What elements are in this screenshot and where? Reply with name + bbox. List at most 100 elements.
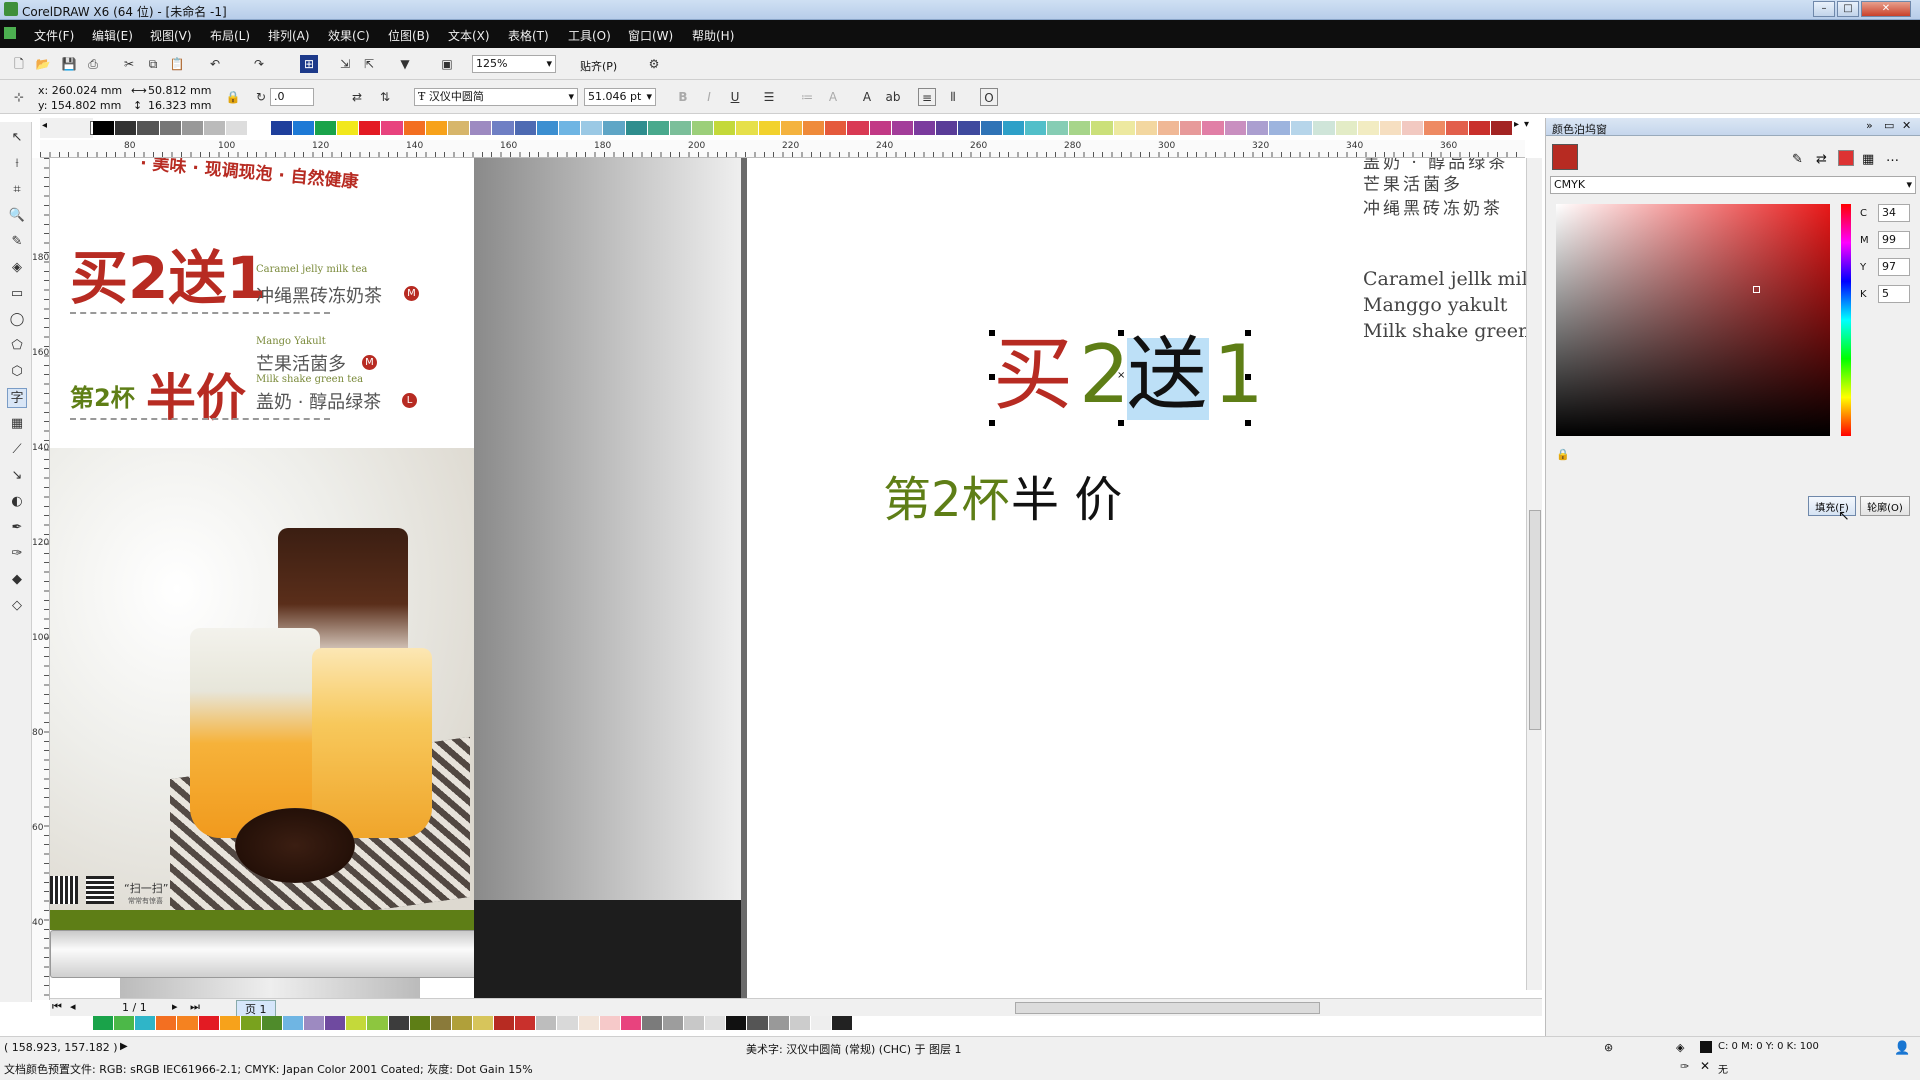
- selection-handle[interactable]: [1245, 374, 1251, 380]
- mirror-h-icon[interactable]: ⇄: [348, 88, 366, 106]
- text-half-price[interactable]: 半 价: [1011, 460, 1122, 530]
- maximize-button[interactable]: □: [1837, 1, 1859, 17]
- document-color-swatch[interactable]: [388, 1016, 410, 1030]
- color-model-select[interactable]: CMYK ▾: [1550, 176, 1916, 194]
- text-cn-line2[interactable]: 冲绳黑砖冻奶茶: [1363, 194, 1503, 219]
- color-swatch[interactable]: [780, 121, 803, 135]
- document-color-swatch[interactable]: [472, 1016, 495, 1030]
- color-swatch[interactable]: [1446, 121, 1469, 135]
- color-swatch[interactable]: [714, 121, 737, 135]
- page-last-icon[interactable]: ⏭: [190, 1000, 200, 1014]
- blend-tool-icon[interactable]: ◐: [7, 492, 27, 512]
- fill-color-swatch[interactable]: [1700, 1041, 1712, 1053]
- selection-handle[interactable]: [989, 420, 995, 426]
- color-sliders-icon[interactable]: ▦: [1862, 152, 1874, 167]
- italic-icon[interactable]: I: [700, 88, 718, 106]
- color-swatch[interactable]: [1246, 121, 1269, 135]
- table-tool-icon[interactable]: ▦: [7, 414, 27, 434]
- height-field[interactable]: 16.323 mm: [148, 99, 211, 112]
- color-profile-info[interactable]: 文档颜色预置文件: RGB: sRGB IEC61966-2.1; CMYK: …: [4, 1061, 533, 1077]
- menu-effects[interactable]: 效果(C): [328, 27, 370, 44]
- selection-handle[interactable]: [989, 330, 995, 336]
- color-swatch[interactable]: [137, 121, 160, 135]
- document-color-swatch[interactable]: [789, 1016, 811, 1030]
- color-proof-icon[interactable]: ⊛: [1604, 1041, 1613, 1054]
- document-color-swatch[interactable]: [768, 1016, 790, 1030]
- page-area[interactable]: 盖奶 · 醇品绿茶 芒果活菌多 冲绳黑砖冻奶茶 Caramel jellk mi…: [747, 158, 1526, 998]
- fullscreen-icon[interactable]: ▣: [438, 55, 456, 73]
- edit-text-icon[interactable]: ab: [884, 88, 902, 106]
- color-swatch[interactable]: [1024, 121, 1048, 135]
- color-swatch[interactable]: [936, 121, 959, 135]
- smart-fill-icon[interactable]: ◈: [7, 258, 27, 278]
- menu-edit[interactable]: 编辑(E): [92, 27, 133, 44]
- color-swatch[interactable]: [1091, 121, 1114, 135]
- horizontal-ruler[interactable]: 80 100 120 140 160 180 200 220 240 260 2…: [40, 140, 1525, 158]
- color-swatch[interactable]: [248, 121, 271, 135]
- color-swatch[interactable]: [1202, 121, 1225, 135]
- color-swatch[interactable]: [980, 121, 1003, 135]
- color-swatch[interactable]: [314, 121, 338, 135]
- font-list[interactable]: Ŧ 汉仪中圆简 ▾: [414, 88, 578, 106]
- document-color-swatch[interactable]: [304, 1016, 326, 1030]
- yellow-field[interactable]: 97: [1878, 258, 1910, 276]
- document-color-swatch[interactable]: [261, 1016, 283, 1030]
- document-color-swatch[interactable]: [557, 1016, 579, 1030]
- color-swatch[interactable]: [736, 121, 759, 135]
- document-color-swatch[interactable]: [240, 1016, 262, 1030]
- document-color-swatch[interactable]: [515, 1016, 537, 1030]
- mirror-v-icon[interactable]: ⇅: [376, 88, 394, 106]
- paste-icon[interactable]: 📋: [168, 55, 186, 73]
- color-swatch[interactable]: [1135, 121, 1158, 135]
- sel-char-give[interactable]: 送: [1127, 330, 1207, 420]
- palette-scroll-right-icon[interactable]: ▸: [1514, 119, 1519, 130]
- selection-handle[interactable]: [1245, 330, 1251, 336]
- text-second-cup[interactable]: 第2杯: [883, 460, 1010, 530]
- color-viewer-icon[interactable]: [1838, 150, 1854, 166]
- basic-shapes-icon[interactable]: ⬡: [7, 362, 27, 382]
- color-swatch[interactable]: [226, 121, 249, 135]
- dropcap-icon[interactable]: A: [824, 88, 842, 106]
- color-swatch[interactable]: [1224, 121, 1247, 135]
- document-color-swatch[interactable]: [599, 1016, 621, 1030]
- color-swatch[interactable]: [381, 121, 404, 135]
- color-swatch[interactable]: [359, 121, 382, 135]
- color-swatch[interactable]: [93, 121, 116, 135]
- export-icon[interactable]: ⇱: [360, 55, 378, 73]
- polygon-tool-icon[interactable]: ⬠: [7, 336, 27, 356]
- color-swatch[interactable]: [1490, 121, 1513, 135]
- document-color-swatch[interactable]: [494, 1016, 516, 1030]
- color-swatch[interactable]: [1357, 121, 1380, 135]
- vertical-scroll-thumb[interactable]: [1529, 510, 1541, 730]
- document-color-swatch[interactable]: [705, 1016, 727, 1030]
- black-panel[interactable]: [474, 900, 741, 998]
- import-icon[interactable]: ⇲: [336, 55, 354, 73]
- lock-ratio-icon[interactable]: 🔒: [224, 88, 242, 106]
- document-color-swatch[interactable]: [831, 1016, 853, 1030]
- sel-char-buy[interactable]: 买: [993, 330, 1073, 420]
- document-color-swatch[interactable]: [747, 1016, 769, 1030]
- user-icon[interactable]: 👤: [1894, 1041, 1910, 1056]
- document-color-swatch[interactable]: [198, 1016, 220, 1030]
- poster[interactable]: · 美味 · 现调现泡 · 自然健康 买2送1 Caramel jelly mi…: [50, 158, 490, 998]
- magenta-field[interactable]: 99: [1878, 231, 1910, 249]
- menu-table[interactable]: 表格(T): [508, 27, 549, 44]
- document-color-swatch[interactable]: [114, 1016, 136, 1030]
- color-swatch[interactable]: [1113, 121, 1136, 135]
- new-icon[interactable]: 🗋: [10, 55, 28, 73]
- horizontal-text-icon[interactable]: ≡: [918, 88, 936, 106]
- rectangle-tool-icon[interactable]: ▭: [7, 284, 27, 304]
- launcher-icon[interactable]: ▼: [396, 55, 414, 73]
- ellipse-tool-icon[interactable]: ◯: [7, 310, 27, 330]
- document-color-swatch[interactable]: [810, 1016, 832, 1030]
- color-swatch[interactable]: [159, 121, 182, 135]
- document-color-swatch[interactable]: [325, 1016, 347, 1030]
- redo-icon[interactable]: ↷: [250, 55, 268, 73]
- text-tool-icon[interactable]: 字: [7, 388, 27, 408]
- fill-tool-icon[interactable]: ◆: [7, 570, 27, 590]
- color-swatch[interactable]: [603, 121, 626, 135]
- status-expand-icon[interactable]: ▶: [120, 1041, 128, 1052]
- color-swatch[interactable]: [1402, 121, 1425, 135]
- connector-tool-icon[interactable]: ↘: [7, 466, 27, 486]
- document-color-swatch[interactable]: [451, 1016, 473, 1030]
